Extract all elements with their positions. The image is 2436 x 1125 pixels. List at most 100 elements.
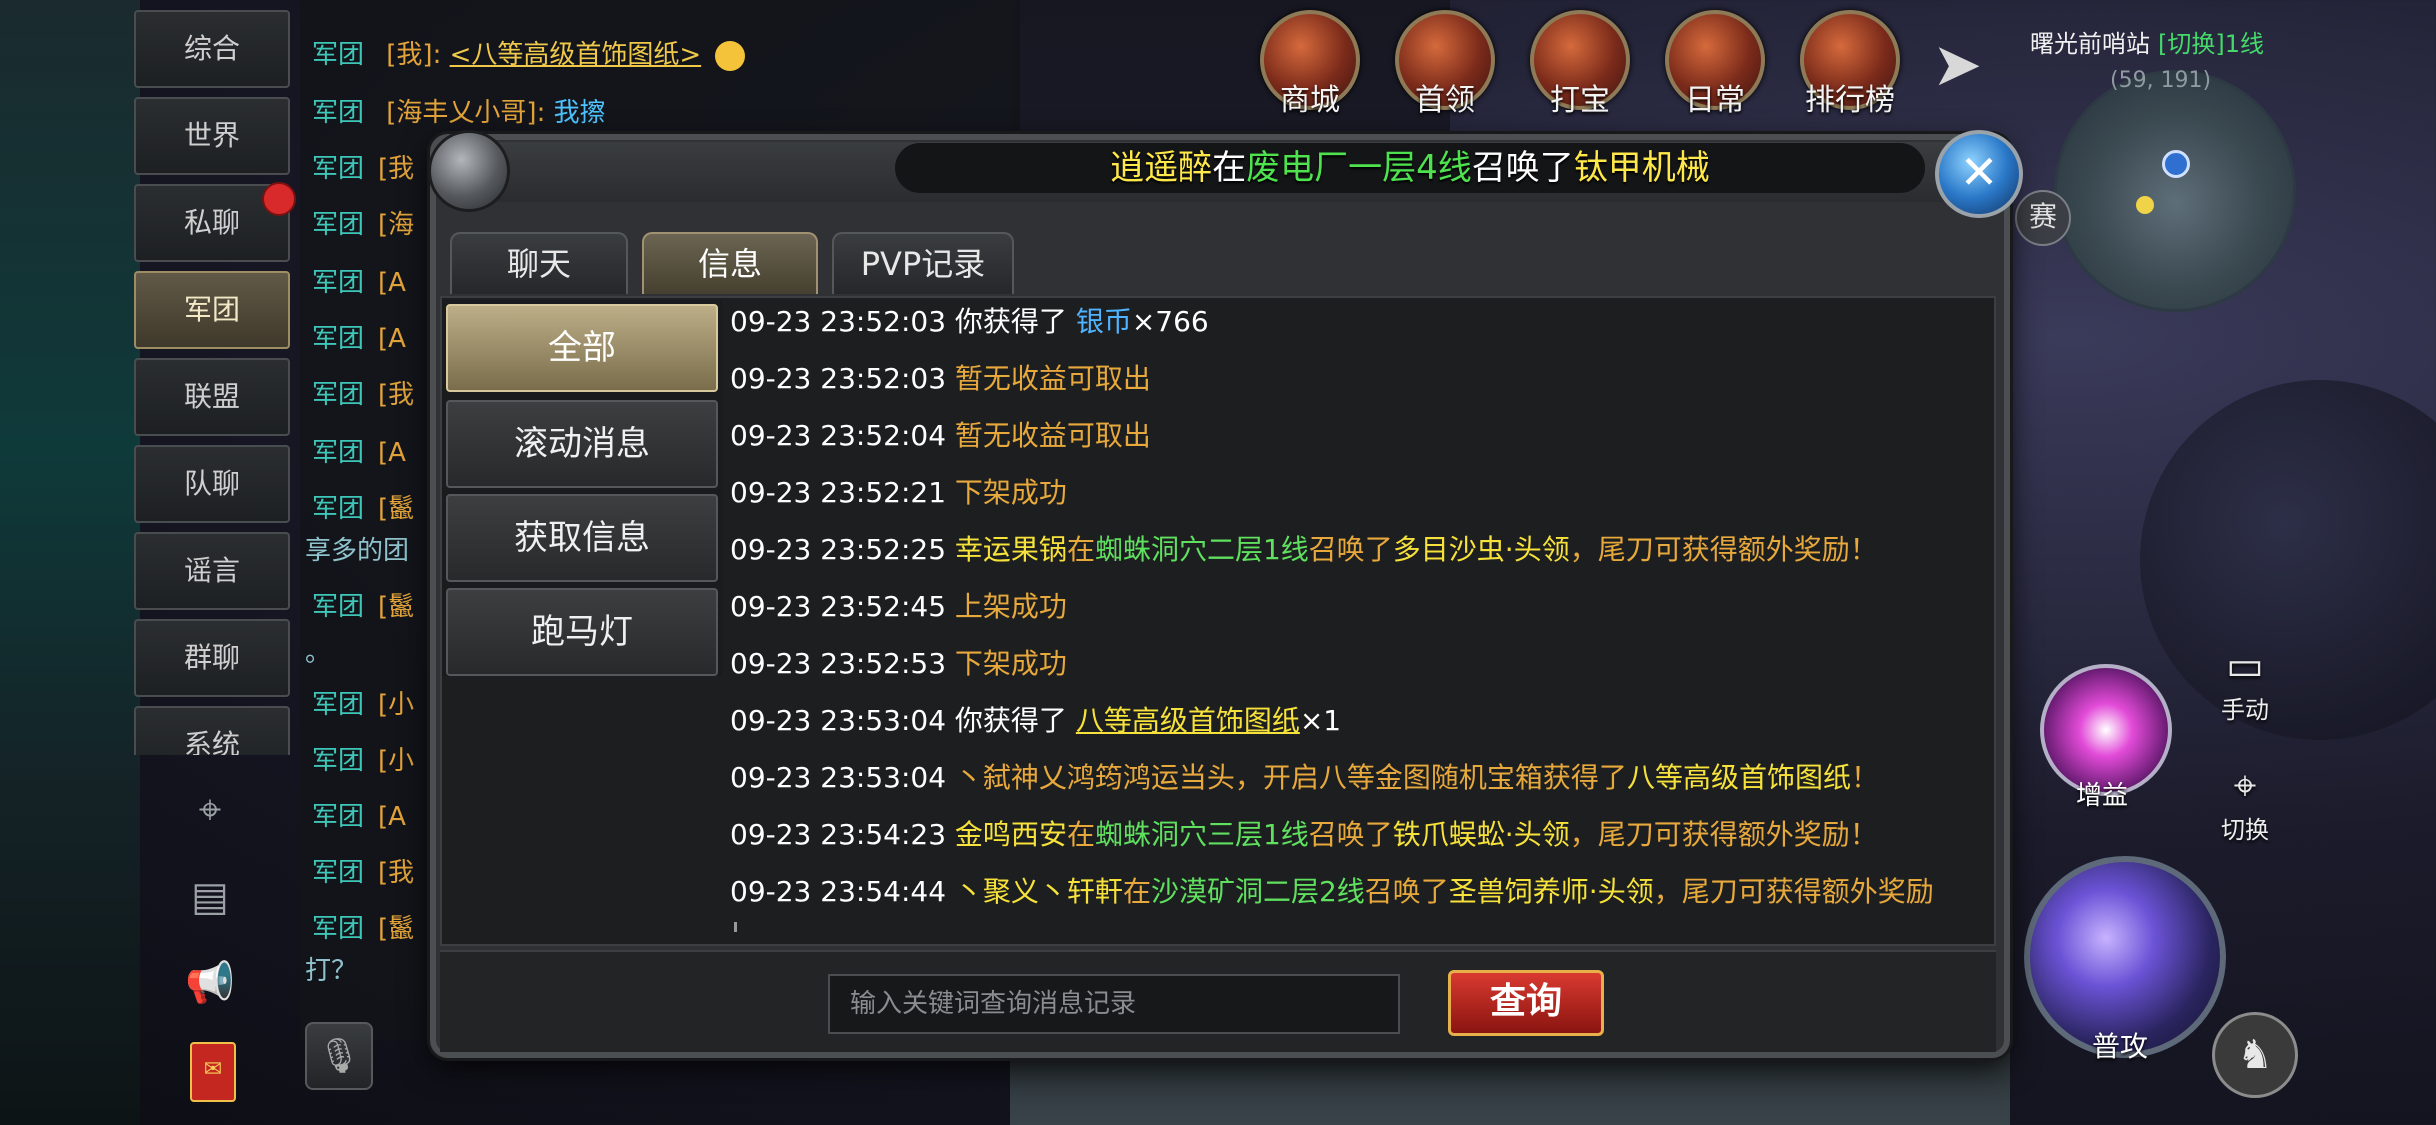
message-timestamp: 09-23 23:52:25: [730, 533, 955, 566]
channel-tab-group[interactable]: 群聊: [134, 619, 290, 697]
crosshair-icon: ⌖: [2233, 763, 2257, 809]
chat-line: 军团 [我: [312, 148, 414, 185]
search-input[interactable]: 输入关键词查询消息记录: [828, 974, 1400, 1034]
boost-label: 增益: [2075, 781, 2128, 811]
close-icon[interactable]: ✕: [1935, 130, 2023, 218]
message-text: 蜘蛛洞穴三层1线: [1094, 818, 1309, 851]
document-icon[interactable]: ▤: [185, 872, 235, 922]
message-text: 圣兽饲养师·头领: [1448, 875, 1654, 908]
channel-tab-system[interactable]: 系统: [134, 706, 290, 755]
message-text: 在: [1122, 875, 1151, 908]
message-row: 09-23 23:52:21 下架成功: [730, 471, 1067, 511]
chat-sender[interactable]: [我: [378, 380, 414, 410]
minimap[interactable]: [2054, 70, 2296, 312]
chat-sender[interactable]: [鬣: [378, 592, 414, 622]
channel-tab-legion[interactable]: 军团: [134, 271, 290, 349]
chat-channel-tag: 军团: [312, 858, 365, 888]
chat-item-link[interactable]: <八等高级首饰图纸>: [450, 40, 702, 70]
chat-message: 我擦: [553, 98, 606, 128]
scrollbar[interactable]: [734, 922, 737, 932]
message-text: 召唤了: [1308, 818, 1393, 851]
message-text: ，尾刀可获得额外奖励！: [1569, 533, 1878, 566]
chat-sender[interactable]: [小: [378, 746, 414, 776]
message-text: ×766: [1131, 305, 1209, 338]
chat-channel-tag: 军团: [312, 802, 365, 832]
message-text: 你获得了: [954, 704, 1076, 737]
race-badge[interactable]: 赛: [2015, 190, 2071, 246]
chat-sender[interactable]: [我: [378, 154, 414, 184]
expand-arrow-icon[interactable]: ➤: [1932, 30, 1982, 100]
monitor-icon: ▭: [2226, 643, 2264, 689]
chat-channel-tag: 军团: [312, 438, 365, 468]
shop-button[interactable]: 商城: [1255, 10, 1365, 118]
message-text: 沙漠矿洞二层2线: [1150, 875, 1365, 908]
chat-line: 军团 [鬣: [312, 586, 414, 623]
manual-toggle[interactable]: ▭ 手动: [2200, 642, 2290, 725]
chat-message-wrap: 。: [305, 638, 332, 668]
treasure-button[interactable]: 打宝: [1525, 10, 1635, 118]
chat-channel-tag: 军团: [312, 690, 365, 720]
message-timestamp: 09-23 23:54:44: [730, 875, 955, 908]
message-timestamp: 09-23 23:52:45: [730, 590, 955, 623]
message-timestamp: 09-23 23:52:04: [730, 419, 955, 452]
chat-message-wrap: 打？: [305, 956, 358, 986]
chat-channel-tag: 军团: [312, 494, 365, 524]
chat-sender[interactable]: [海丰乂小哥]:: [386, 98, 545, 128]
target-marker-icon: [2136, 196, 2154, 214]
message-text: 召唤了: [1364, 875, 1449, 908]
map-name: 曙光前哨站: [2030, 30, 2150, 58]
message-text: 幸运果锅: [954, 533, 1067, 566]
chat-sender[interactable]: [A: [378, 268, 406, 298]
chat-channel-tag: 军团: [312, 746, 365, 776]
boss-label: 首领: [1415, 83, 1475, 118]
query-button[interactable]: 查询: [1448, 970, 1604, 1036]
ranking-button[interactable]: 排行榜: [1795, 10, 1905, 118]
mount-icon[interactable]: ♞: [2212, 1012, 2298, 1098]
channel-tab-alliance[interactable]: 联盟: [134, 358, 290, 436]
chat-channel-tag: 军团: [312, 268, 365, 298]
banner-place: 废电厂一层4线: [1246, 148, 1472, 188]
unread-badge: [262, 182, 296, 216]
message-timestamp: 09-23 23:52:03: [730, 305, 955, 338]
chat-sender[interactable]: [我]:: [386, 40, 441, 70]
channel-tab-world[interactable]: 世界: [134, 97, 290, 175]
map-coordinates: (59, 191): [2110, 68, 2212, 93]
tab-info[interactable]: 信息: [642, 232, 818, 294]
category-marquee[interactable]: 跑马灯: [446, 588, 718, 676]
microphone-icon[interactable]: 🎙: [305, 1022, 373, 1090]
megaphone-icon[interactable]: 📢: [185, 958, 235, 1008]
chat-sender[interactable]: [鬣: [378, 914, 414, 944]
category-acquired[interactable]: 获取信息: [446, 494, 718, 582]
daily-label: 日常: [1685, 83, 1745, 118]
chat-sender[interactable]: [A: [378, 438, 406, 468]
chat-sender[interactable]: [我: [378, 858, 414, 888]
manual-label: 手动: [2221, 696, 2269, 724]
message-row: 09-23 23:52:25 幸运果锅在蜘蛛洞穴二层1线召唤了多目沙虫·头领，尾…: [730, 528, 1878, 568]
banner-text: 在: [1212, 148, 1247, 188]
channel-tab-rumor[interactable]: 谣言: [134, 532, 290, 610]
daily-button[interactable]: 日常: [1660, 10, 1770, 118]
switch-line-button[interactable]: [切换]1线: [2158, 30, 2264, 58]
category-scroll-messages[interactable]: 滚动消息: [446, 400, 718, 488]
red-packet-icon[interactable]: ✉: [190, 1042, 236, 1102]
location-pin-icon[interactable]: ⌖: [185, 785, 235, 835]
emoji-icon: [715, 40, 746, 71]
chat-sender[interactable]: [A: [378, 802, 406, 832]
chat-sender[interactable]: [海: [378, 210, 414, 240]
tab-pvp-record[interactable]: PVP记录: [832, 232, 1014, 294]
channel-tab-team[interactable]: 队聊: [134, 445, 290, 523]
item-link[interactable]: 八等高级首饰图纸: [1076, 704, 1300, 737]
chat-channel-tag: 军团: [312, 914, 365, 944]
chat-sender[interactable]: [小: [378, 690, 414, 720]
message-timestamp: 09-23 23:52:03: [730, 362, 955, 395]
boss-button[interactable]: 首领: [1390, 10, 1500, 118]
category-all[interactable]: 全部: [446, 304, 718, 392]
chat-sender[interactable]: [鬣: [378, 494, 414, 524]
message-row: 09-23 23:54:44 丶聚义丶轩軒在沙漠矿洞二层2线召唤了圣兽饲养师·头…: [730, 870, 1934, 910]
channel-tab-all[interactable]: 综合: [134, 10, 290, 88]
chat-sender[interactable]: [A: [378, 324, 406, 354]
tab-chat[interactable]: 聊天: [450, 232, 628, 294]
message-text: 在: [1066, 533, 1095, 566]
message-text: 金鸣西安: [954, 818, 1067, 851]
target-switch[interactable]: ⌖ 切换: [2200, 762, 2290, 845]
